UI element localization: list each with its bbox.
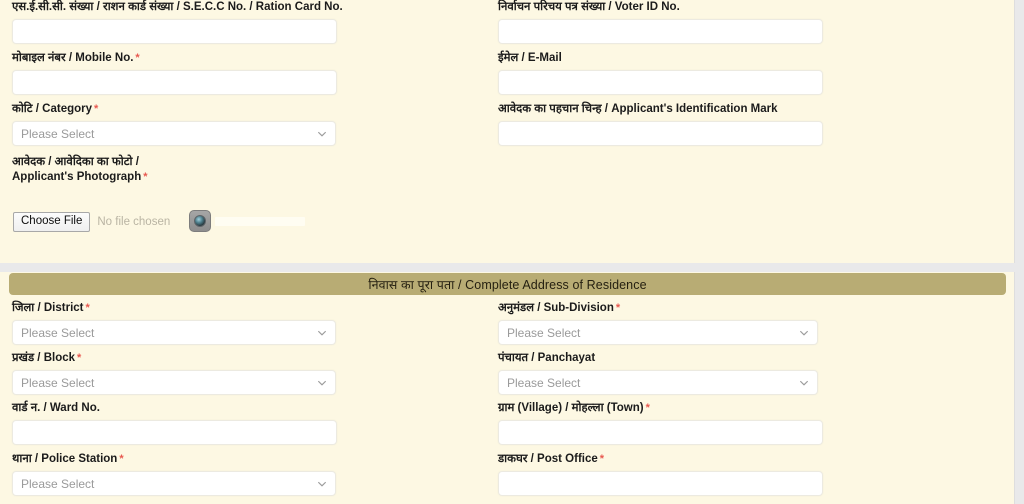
address-panel: निवास का पूरा पता / Complete Address of … — [0, 272, 1015, 504]
applicant-photograph-file-input[interactable]: Choose File No file chosen — [13, 212, 170, 232]
category-select-value: Please Select — [21, 126, 95, 141]
label-district: जिला / District * — [12, 302, 90, 314]
mobile-no-input[interactable] — [12, 70, 337, 95]
required-marker: * — [135, 52, 140, 64]
chevron-down-icon — [317, 328, 326, 337]
post-office-input[interactable] — [498, 471, 823, 496]
block-select[interactable]: Please Select — [12, 370, 336, 395]
field-applicant-photograph: आवेदक / आवेदिका का फोटो / Applicant's Ph… — [12, 155, 202, 185]
photograph-capture-widget[interactable] — [189, 210, 305, 232]
field-panchayat: पंचायत / Panchayat Please Select — [498, 351, 818, 395]
field-voter-id-no: निर्वाचन परिचय पत्र संख्या / Voter ID No… — [498, 0, 823, 44]
sub-division-select-value: Please Select — [507, 325, 581, 340]
district-select-value: Please Select — [21, 325, 95, 340]
address-section-title: निवास का पूरा पता / Complete Address of … — [368, 277, 647, 292]
required-marker: * — [85, 302, 90, 314]
label-sub-division: अनुमंडल / Sub-Division * — [498, 302, 621, 314]
field-email: ईमेल / E-Mail — [498, 51, 823, 95]
label-village-town: ग्राम (Village) / मोहल्ला (Town) * — [498, 402, 650, 414]
police-station-select[interactable]: Please Select — [12, 471, 336, 496]
secc-ration-card-no-input[interactable] — [12, 19, 337, 44]
label-applicant-photograph: आवेदक / आवेदिका का फोटो / Applicant's Ph… — [12, 156, 148, 183]
field-mobile-no: मोबाइल नंबर / Mobile No. * — [12, 51, 337, 95]
required-marker: * — [94, 103, 99, 115]
applicant-identification-mark-input[interactable] — [498, 121, 823, 146]
voter-id-no-input[interactable] — [498, 19, 823, 44]
required-marker: * — [599, 453, 605, 465]
field-district: जिला / District * Please Select — [12, 301, 336, 345]
label-applicant-identification-mark: आवेदक का पहचान चिन्ह / Applicant's Ident… — [498, 103, 778, 115]
form-page: एस.ई.सी.सी. संख्या / राशन कार्ड संख्या /… — [0, 0, 1024, 504]
required-marker: * — [645, 402, 650, 414]
field-category: कोटि / Category * Please Select — [12, 102, 336, 146]
address-section-header: निवास का पूरा पता / Complete Address of … — [9, 273, 1006, 295]
required-marker: * — [77, 352, 82, 364]
camera-icon[interactable] — [189, 210, 211, 232]
label-panchayat: पंचायत / Panchayat — [498, 352, 596, 364]
label-voter-id-no: निर्वाचन परिचय पत्र संख्या / Voter ID No… — [498, 1, 680, 13]
email-input[interactable] — [498, 70, 823, 95]
field-police-station: थाना / Police Station * Please Select — [12, 452, 336, 496]
no-file-chosen-text: No file chosen — [97, 216, 171, 228]
personal-details-panel: एस.ई.सी.सी. संख्या / राशन कार्ड संख्या /… — [0, 0, 1015, 263]
chevron-down-icon — [317, 378, 326, 387]
field-ward-no: वार्ड न. / Ward No. — [12, 401, 337, 445]
label-police-station: थाना / Police Station * — [12, 453, 124, 465]
chevron-down-icon — [799, 378, 808, 387]
label-block: प्रखंड / Block * — [12, 352, 82, 364]
field-block: प्रखंड / Block * Please Select — [12, 351, 336, 395]
category-select[interactable]: Please Select — [12, 121, 336, 146]
sub-division-select[interactable]: Please Select — [498, 320, 818, 345]
label-category: कोटि / Category * — [12, 103, 99, 115]
label-ward-no: वार्ड न. / Ward No. — [12, 402, 100, 414]
block-select-value: Please Select — [21, 375, 95, 390]
required-marker: * — [143, 171, 148, 183]
label-email: ईमेल / E-Mail — [498, 52, 562, 64]
label-post-office: डाकघर / Post Office * — [498, 453, 605, 465]
field-applicant-identification-mark: आवेदक का पहचान चिन्ह / Applicant's Ident… — [498, 102, 823, 146]
field-sub-division: अनुमंडल / Sub-Division * Please Select — [498, 301, 818, 345]
label-secc-ration-card-no: एस.ई.सी.सी. संख्या / राशन कार्ड संख्या /… — [12, 1, 343, 13]
district-select[interactable]: Please Select — [12, 320, 336, 345]
required-marker: * — [119, 453, 124, 465]
field-post-office: डाकघर / Post Office * — [498, 452, 823, 496]
police-station-select-value: Please Select — [21, 476, 95, 491]
field-secc-ration-card-no: एस.ई.सी.सी. संख्या / राशन कार्ड संख्या /… — [12, 0, 343, 44]
chevron-down-icon — [317, 129, 326, 138]
choose-file-button[interactable]: Choose File — [13, 212, 91, 232]
chevron-down-icon — [317, 479, 326, 488]
label-mobile-no: मोबाइल नंबर / Mobile No. * — [12, 52, 140, 64]
camera-lens — [194, 215, 206, 227]
field-village-town: ग्राम (Village) / मोहल्ला (Town) * — [498, 401, 823, 445]
chevron-down-icon — [799, 328, 808, 337]
panchayat-select-value: Please Select — [507, 375, 581, 390]
capture-progress-bar — [215, 216, 305, 226]
panchayat-select[interactable]: Please Select — [498, 370, 818, 395]
ward-no-input[interactable] — [12, 420, 337, 445]
required-marker: * — [615, 302, 621, 314]
village-town-input[interactable] — [498, 420, 823, 445]
